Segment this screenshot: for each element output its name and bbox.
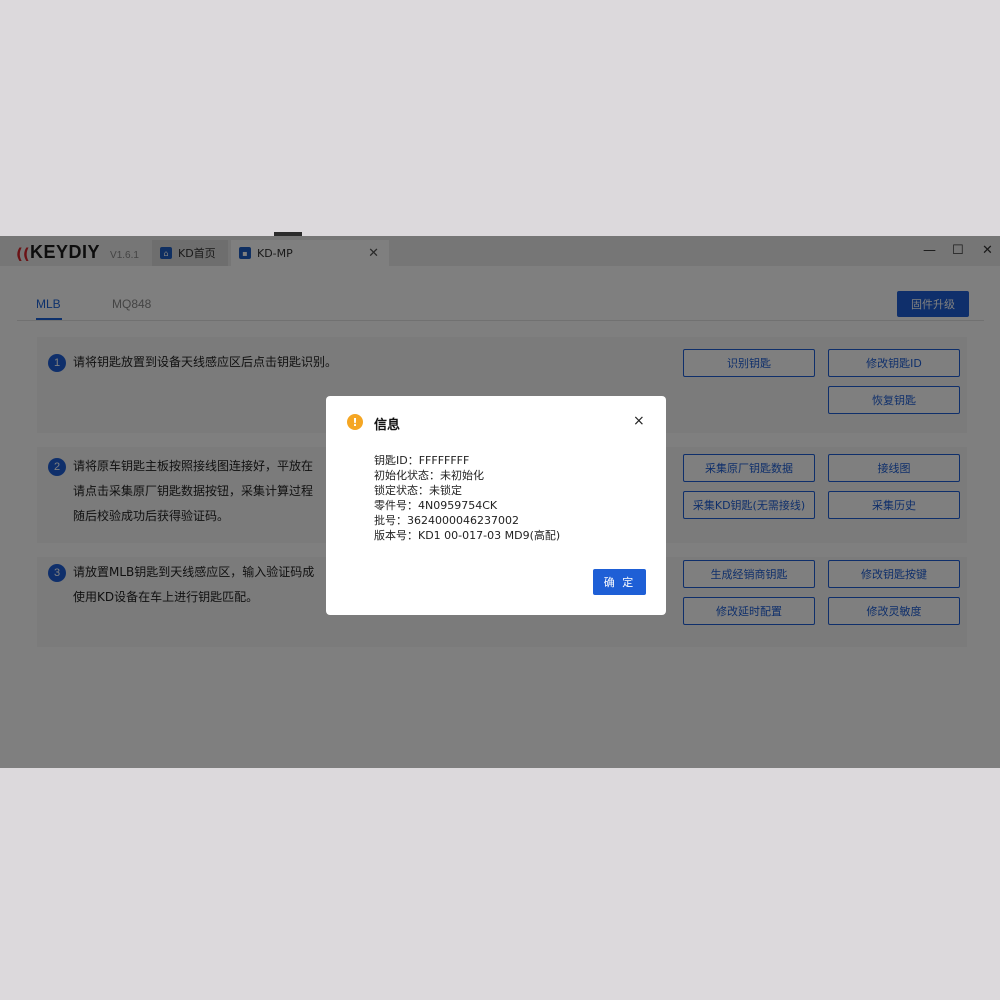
confirm-button[interactable]: 确 定 [593, 569, 646, 595]
key-id-line: 钥匙ID：FFFFFFFF [374, 454, 470, 467]
batch-number-line: 批号：3624000046237002 [374, 514, 519, 527]
dialog-body: 钥匙ID：FFFFFFFF 初始化状态：未初始化 锁定状态：未锁定 零件号：4N… [374, 453, 560, 543]
app-window: (( KEYDIY V1.6.1 ⌂ KD首页 ▪ KD-MP ✕ — ☐ ✕ … [0, 236, 1000, 768]
warning-icon: ! [347, 414, 363, 430]
version-line: 版本号：KD1 00-017-03 MD9(高配) [374, 529, 561, 542]
init-status-line: 初始化状态：未初始化 [374, 469, 484, 482]
dialog-title: 信息 [374, 418, 401, 433]
dialog-close-icon[interactable]: × [633, 413, 645, 429]
info-dialog: ! 信息 × 钥匙ID：FFFFFFFF 初始化状态：未初始化 锁定状态：未锁定… [326, 396, 666, 615]
lock-status-line: 锁定状态：未锁定 [374, 484, 462, 497]
part-number-line: 零件号：4N0959754CK [374, 499, 498, 512]
